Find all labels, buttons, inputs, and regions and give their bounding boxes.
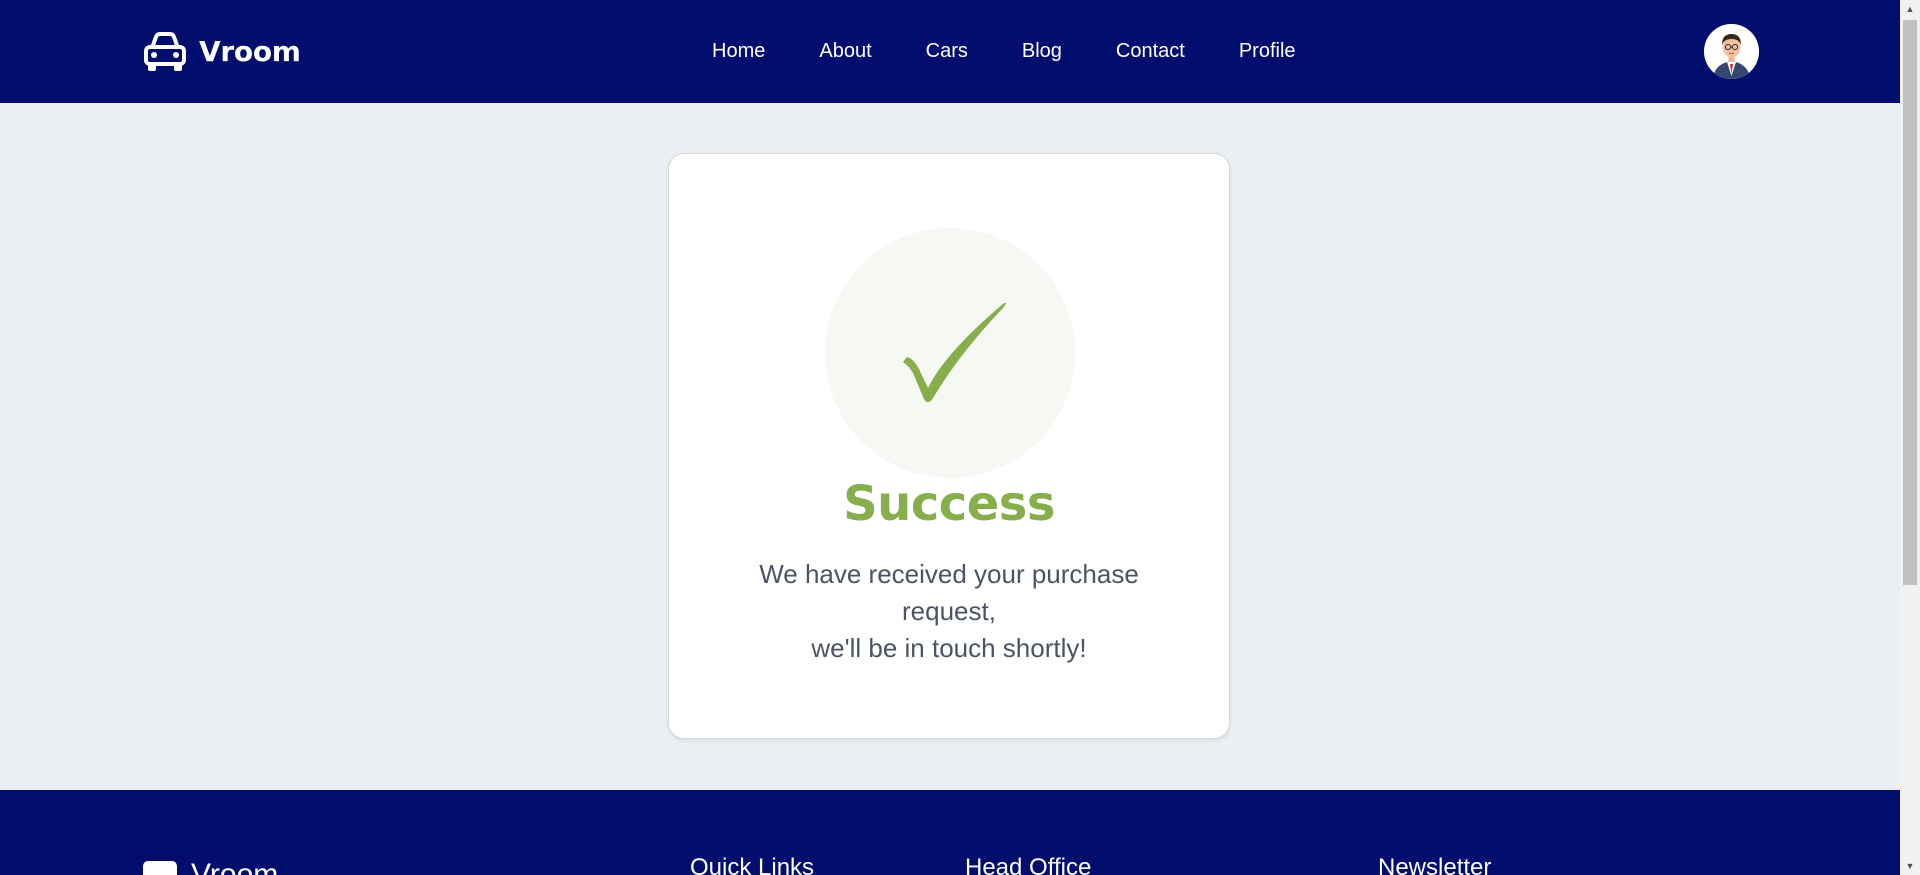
success-card: Success We have received your purchase r…: [668, 153, 1230, 739]
avatar-image: [1704, 24, 1759, 79]
success-circle: [825, 228, 1075, 478]
nav-cars[interactable]: Cars: [926, 37, 968, 65]
scroll-thumb[interactable]: [1903, 20, 1917, 585]
brand-logo[interactable]: Vroom: [143, 29, 301, 74]
footer-brand-name: Vroom: [191, 858, 279, 875]
success-message-line: We have received your purchase: [759, 559, 1139, 589]
nav-about[interactable]: About: [819, 37, 871, 65]
main-content: Success We have received your purchase r…: [0, 103, 1900, 790]
nav-contact[interactable]: Contact: [1116, 37, 1185, 65]
scroll-down-arrow-icon[interactable]: ▼: [1900, 857, 1920, 875]
main-nav: Home About Cars Blog Contact Profile: [712, 37, 1296, 65]
success-message: We have received your purchase request, …: [754, 556, 1144, 667]
site-footer: Vroom Quick Links Head Office Newsletter: [0, 790, 1900, 875]
nav-profile[interactable]: Profile: [1239, 37, 1296, 65]
footer-brand[interactable]: Vroom: [143, 858, 278, 875]
checkmark-icon: [903, 302, 1006, 403]
footer-heading-quick-links: Quick Links: [690, 854, 815, 875]
footer-car-icon: [143, 861, 177, 875]
footer-heading-newsletter: Newsletter: [1378, 854, 1492, 875]
success-title: Success: [843, 476, 1055, 532]
success-message-line: request,: [902, 596, 996, 626]
nav-home[interactable]: Home: [712, 37, 765, 65]
site-header: Vroom Home About Cars Blog Contact Profi…: [0, 0, 1900, 103]
car-icon: [143, 31, 187, 73]
avatar[interactable]: [1704, 24, 1759, 79]
brand-name: Vroom: [199, 35, 301, 68]
success-message-line: we'll be in touch shortly!: [811, 633, 1087, 663]
scroll-up-arrow-icon[interactable]: ▲: [1900, 0, 1920, 18]
page-scrollbar[interactable]: ▲ ▼: [1900, 0, 1920, 875]
nav-blog[interactable]: Blog: [1022, 37, 1062, 65]
footer-heading-head-office: Head Office: [965, 854, 1092, 875]
